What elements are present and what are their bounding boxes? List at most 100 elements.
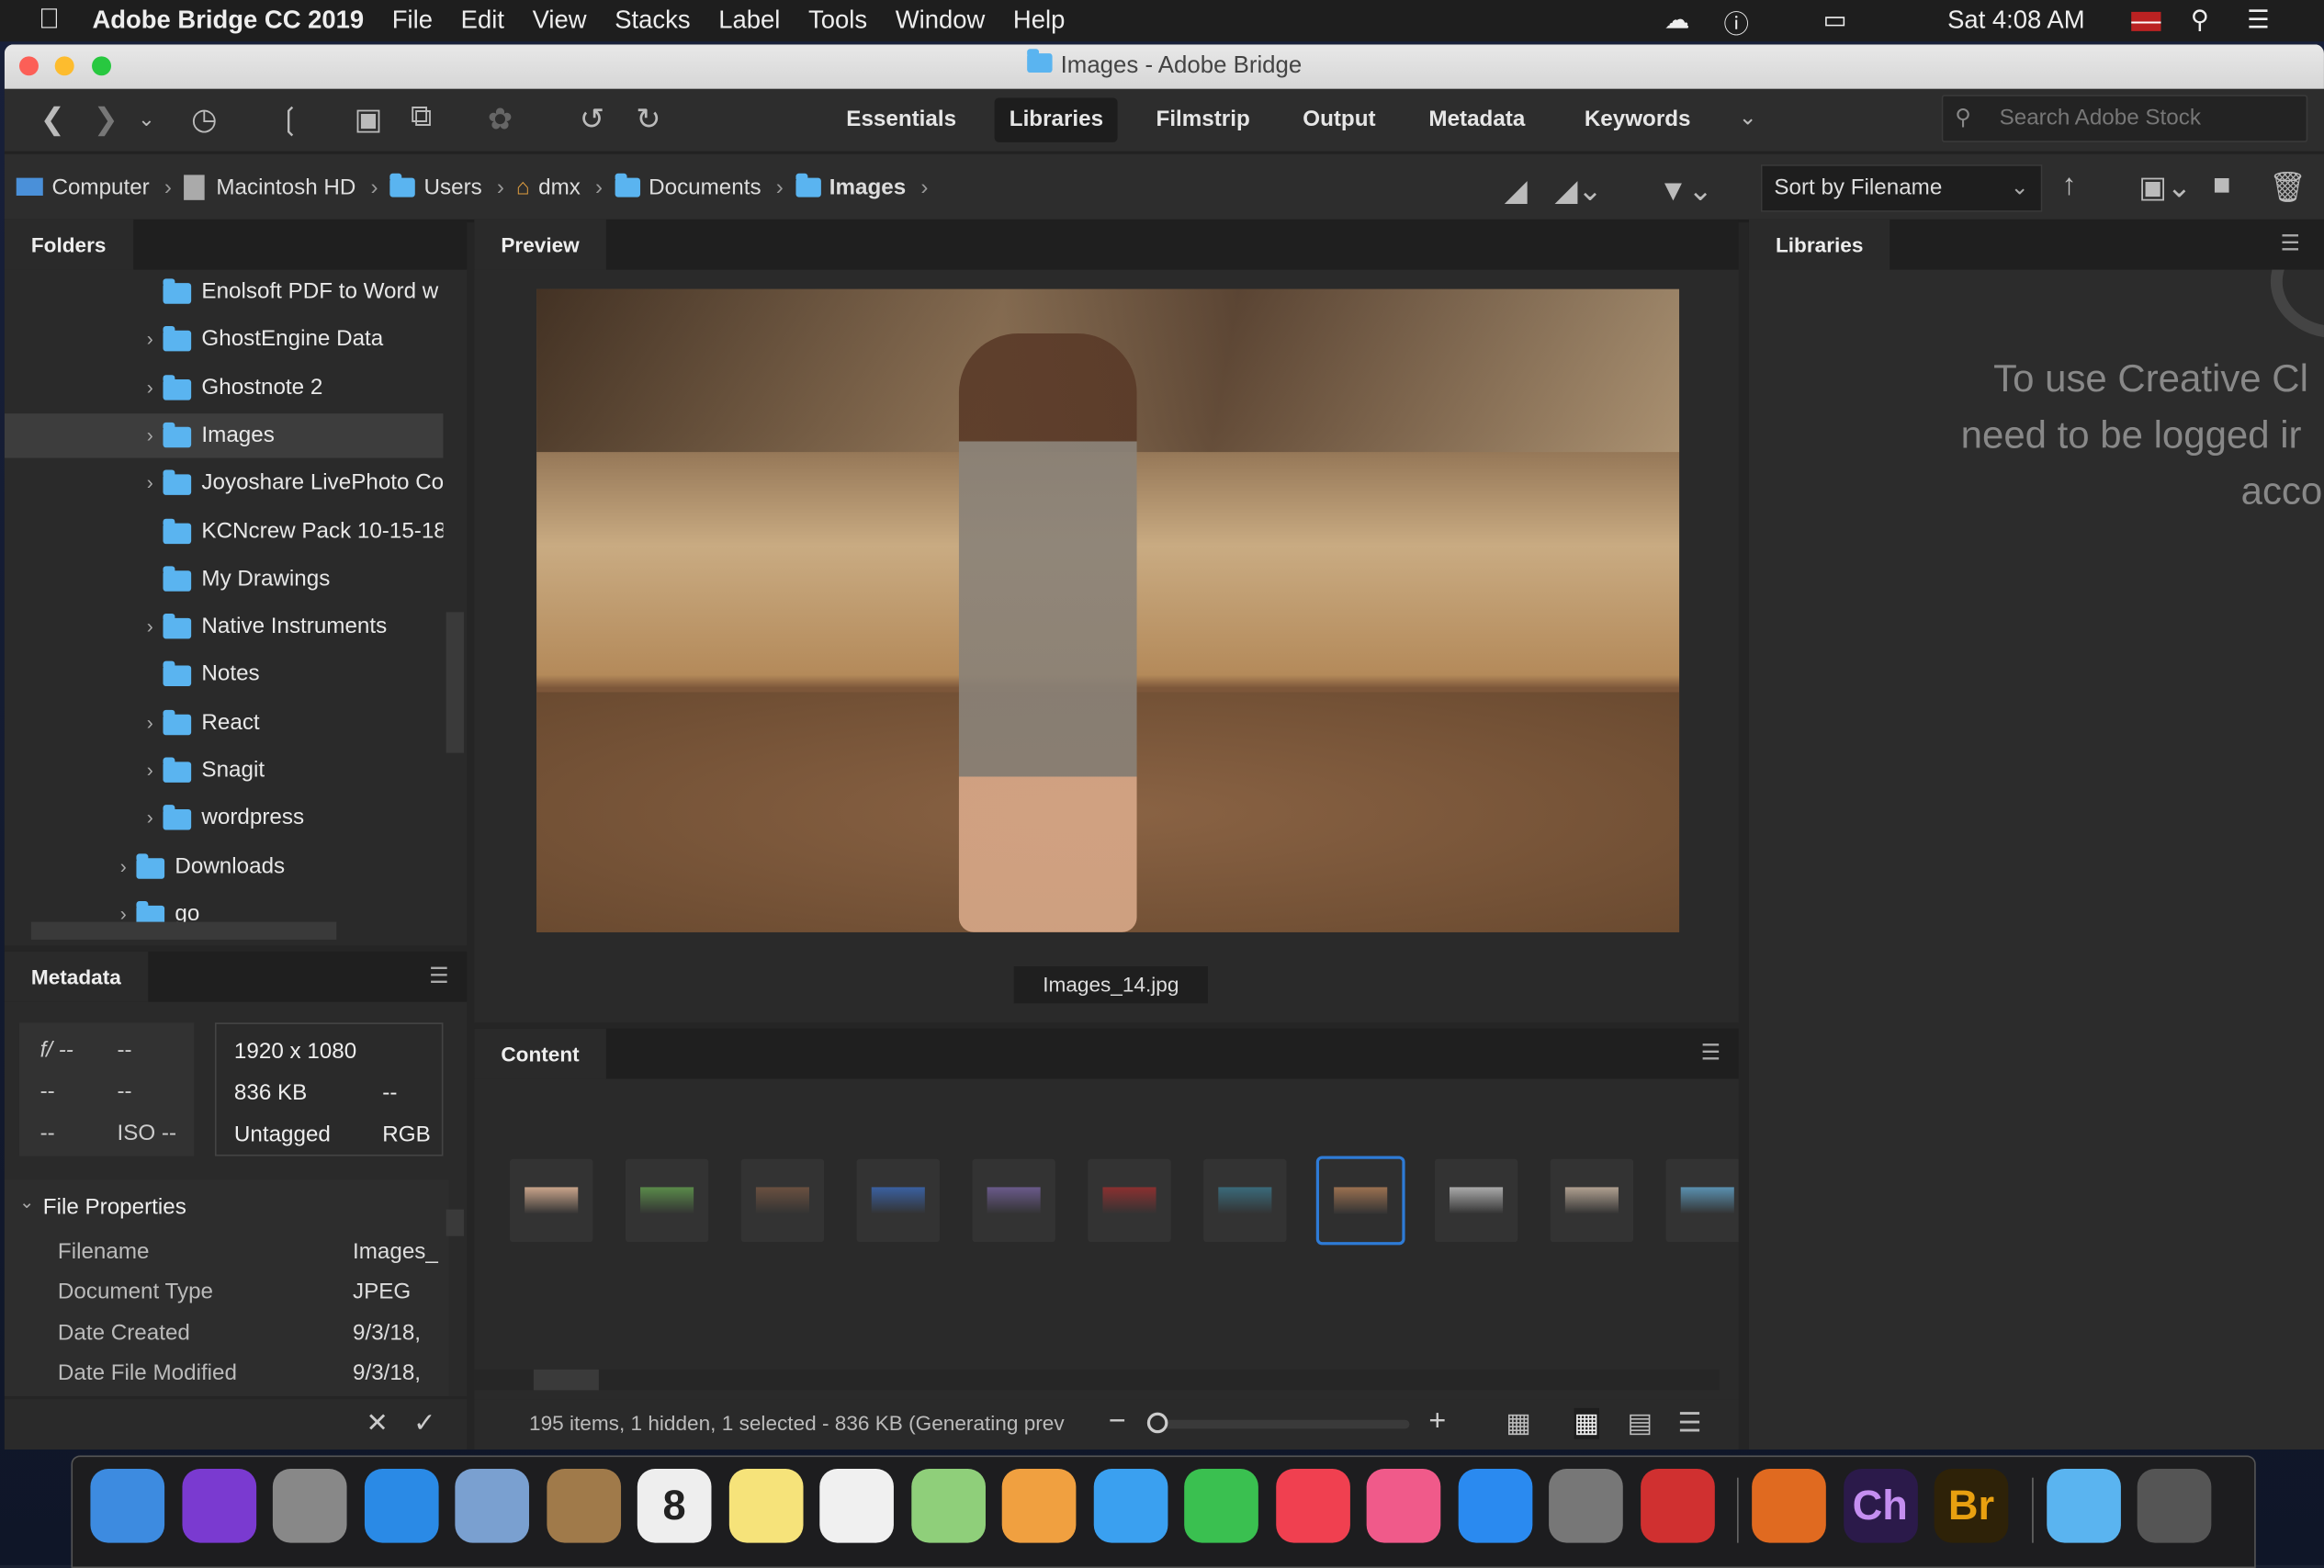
crumb-computer[interactable]: Computer › [16,175,172,199]
chevron-right-icon[interactable]: › [120,844,127,888]
dock-facetime-icon[interactable] [1184,1468,1258,1543]
thumbnails-view-icon[interactable]: ▦ [1574,1407,1599,1439]
metadata-scrollbar[interactable] [446,1209,465,1236]
workspace-filmstrip[interactable]: Filmstrip [1141,97,1264,141]
apple-icon[interactable]:  [39,5,60,37]
panel-menu-icon[interactable]: ☰ [2280,230,2300,256]
folder-item[interactable]: › Images [4,412,444,458]
close-button[interactable] [18,56,39,76]
flag-icon[interactable] [2131,11,2161,31]
dock-messages-icon[interactable] [1092,1468,1168,1543]
menu-tools[interactable]: Tools [808,6,867,35]
crumb-images[interactable]: Images › [795,172,928,199]
dock-safari-icon[interactable] [364,1468,438,1543]
chevron-right-icon[interactable]: › [147,701,153,745]
tab-libraries[interactable]: Libraries [1748,219,1890,270]
grid-lock-icon[interactable]: ▦ [1506,1408,1530,1439]
folders-vertical-scrollbar[interactable] [446,612,465,753]
workspace-libraries[interactable]: Libraries [994,97,1119,142]
crumb-dmx[interactable]: ⌂ dmx › [516,175,603,199]
cancel-icon[interactable]: ✕ [367,1408,389,1439]
chevron-right-icon[interactable]: › [147,796,153,840]
folder-item[interactable]: › React [5,701,444,745]
dock-downloads-folder-icon[interactable] [2046,1468,2121,1543]
forward-icon[interactable]: ❯ [94,101,118,138]
menu-file[interactable]: File [392,6,433,35]
dock-app-store-icon[interactable] [1457,1468,1532,1543]
minimize-button[interactable] [54,56,74,76]
preview-image[interactable] [536,288,1680,932]
chevron-down-icon[interactable]: ⌄ [19,1191,34,1213]
chevron-right-icon[interactable]: › [147,413,153,457]
folder-item[interactable]: › Snagit [5,749,444,793]
thumbnail[interactable] [1434,1158,1518,1243]
menu-view[interactable]: View [533,6,587,35]
notification-center-icon[interactable]: ☰ [2247,6,2270,35]
folder-item[interactable]: › Ghostnote 2 [5,366,444,410]
trash-icon[interactable]: 🗑 [2269,169,2307,206]
dock-contacts-icon[interactable] [546,1468,621,1543]
list-view-icon[interactable]: ☰ [1677,1408,1701,1439]
folder-item[interactable]: › GhostEngine Data [5,318,444,362]
open-recent-icon[interactable]: ▣⌄ [2138,169,2192,206]
boomerang-icon[interactable]: ❲ [277,101,302,138]
folder-item[interactable]: Notes [5,653,444,697]
workspace-keywords[interactable]: Keywords [1570,97,1706,141]
dock-mail-icon[interactable] [455,1468,530,1543]
workspace-output[interactable]: Output [1288,97,1391,141]
thumbnail[interactable] [1315,1156,1405,1246]
thumbnail[interactable] [856,1158,940,1243]
dock-magnet-icon[interactable] [1640,1468,1715,1543]
dock-system-preferences-icon[interactable] [1549,1468,1623,1543]
sort-ascending-icon[interactable]: ↑ [2061,169,2076,203]
menu-help[interactable]: Help [1013,6,1065,35]
panel-menu-icon[interactable]: ☰ [429,962,449,988]
zoom-in-icon[interactable]: + [1428,1405,1446,1439]
thumbnail[interactable] [1203,1158,1287,1243]
crumb-macintosh-hd[interactable]: Macintosh HD › [183,174,378,200]
dock-binoculars-icon[interactable] [1752,1468,1826,1543]
dock-notes-icon[interactable] [728,1468,803,1543]
dock-bridge-icon[interactable]: Br [1934,1468,2009,1543]
workspaces-more-icon[interactable]: ⌄ [1739,104,1757,130]
airplay-icon[interactable]: ▭ [1823,6,1847,35]
tab-preview[interactable]: Preview [474,219,606,270]
dock-character-animator-icon[interactable]: Ch [1843,1468,1918,1543]
crumb-users[interactable]: Users › [389,172,504,199]
details-view-icon[interactable]: ▤ [1628,1408,1653,1439]
dock-maps-icon[interactable] [910,1468,986,1543]
thumbnail-quality-icon[interactable]: ◢⌄ [1555,172,1603,209]
thumbnail[interactable] [740,1158,825,1243]
folder-item[interactable]: › Joyoshare LivePhoto Co [5,461,443,505]
thumbnail[interactable] [972,1158,1055,1243]
rotate-left-icon[interactable]: ↺ [580,101,604,138]
thumbnail[interactable] [625,1158,709,1243]
thumbnail-size-slider[interactable] [1146,1412,1410,1434]
filter-icon[interactable]: ▼⌄ [1659,172,1713,209]
stock-search-input[interactable]: ⚲ Search Adobe Stock [1941,95,2308,142]
folder-item[interactable]: My Drawings [5,557,444,601]
panel-menu-icon[interactable]: ☰ [1701,1039,1721,1066]
thumbnail[interactable] [1088,1158,1171,1243]
new-folder-icon[interactable]: ■ [2213,169,2231,203]
quality-icon[interactable]: ◢ [1505,172,1528,209]
chevron-down-icon[interactable]: ⌄ [138,107,155,131]
tab-folders[interactable]: Folders [4,219,133,270]
aperture-icon[interactable]: ✿ [488,101,513,138]
thumbnail[interactable] [1550,1158,1634,1243]
dock-siri-icon[interactable] [181,1468,256,1543]
menu-label[interactable]: Label [718,6,780,35]
menu-stacks[interactable]: Stacks [615,6,690,35]
clock[interactable]: Sat 4:08 AM [1947,6,2084,35]
chevron-right-icon[interactable]: › [147,366,153,410]
thumbnail[interactable] [510,1158,593,1243]
folder-item[interactable]: › Downloads [5,844,444,888]
crumb-documents[interactable]: Documents › [615,172,784,199]
dock-news-icon[interactable] [1275,1468,1350,1543]
section-title[interactable]: File Properties [43,1194,186,1219]
dock-launchpad-icon[interactable] [272,1468,347,1543]
chevron-right-icon[interactable]: › [147,318,153,362]
workspace-essentials[interactable]: Essentials [831,97,971,141]
creative-cloud-icon[interactable]: ☁ [1664,6,1689,35]
app-menu[interactable]: Adobe Bridge CC 2019 [92,6,364,35]
